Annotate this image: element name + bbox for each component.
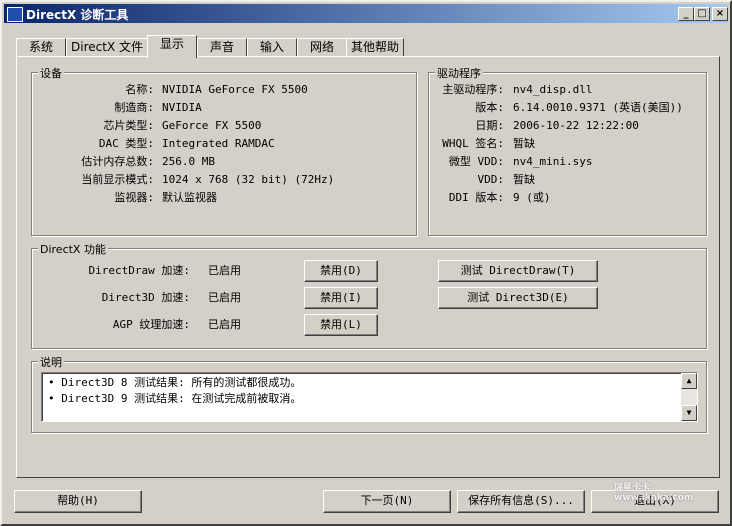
driver-value: nv4_disp.dll — [513, 83, 593, 96]
driver-value: 暂缺 — [513, 137, 535, 150]
display-tab-panel: 设备 名称: NVIDIA GeForce FX 5500 制造商: NVIDI… — [16, 56, 720, 478]
device-value: 256.0 MB — [162, 155, 215, 168]
save-all-info-button[interactable]: 保存所有信息(S)... — [457, 490, 585, 513]
feature-status: 已启用 — [208, 264, 241, 277]
device-value: NVIDIA — [162, 101, 202, 114]
title-bar[interactable]: DirectX 诊断工具 _ □ × — [4, 4, 728, 23]
device-group: 设备 名称: NVIDIA GeForce FX 5500 制造商: NVIDI… — [31, 65, 417, 236]
directx-features-group: DirectX 功能 DirectDraw 加速: 已启用 禁用(D) 测试 D… — [31, 241, 707, 349]
driver-label: WHQL 签名: — [442, 137, 504, 150]
tab-display[interactable]: 显示 — [147, 35, 197, 58]
notes-legend: 说明 — [38, 354, 64, 370]
scroll-up-arrow-icon[interactable]: ▲ — [681, 373, 697, 389]
notes-textbox[interactable]: • Direct3D 8 测试结果: 所有的测试都很成功。 • Direct3D… — [41, 372, 698, 422]
next-page-button[interactable]: 下一页(N) — [323, 490, 451, 513]
driver-legend: 驱动程序 — [435, 65, 483, 81]
device-label: 芯片类型: — [103, 119, 154, 132]
driver-value: nv4_mini.sys — [513, 155, 593, 168]
device-value: 1024 x 768 (32 bit) (72Hz) — [162, 173, 335, 186]
driver-label: 主驱动程序: — [442, 83, 504, 96]
close-button[interactable]: × — [712, 7, 728, 21]
note-line: • Direct3D 8 测试结果: 所有的测试都很成功。 — [48, 376, 302, 389]
device-value: Integrated RAMDAC — [162, 137, 275, 150]
driver-value: 暂缺 — [513, 173, 535, 186]
feature-status: 已启用 — [208, 318, 241, 331]
note-line: • Direct3D 9 测试结果: 在测试完成前被取消。 — [48, 392, 302, 405]
device-label: 估计内存总数: — [81, 155, 154, 168]
tab-sound[interactable]: 声音 — [197, 38, 247, 57]
device-legend: 设备 — [38, 65, 64, 81]
driver-value: 9 (或) — [513, 191, 551, 204]
tab-network[interactable]: 网络 — [297, 38, 347, 57]
tab-input[interactable]: 输入 — [247, 38, 297, 57]
device-label: DAC 类型: — [98, 137, 154, 150]
test-direct3d-button[interactable]: 测试 Direct3D(E) — [438, 287, 598, 309]
disable-directdraw-button[interactable]: 禁用(D) — [304, 260, 378, 282]
driver-value: 2006-10-22 12:22:00 — [513, 119, 639, 132]
device-value: NVIDIA GeForce FX 5500 — [162, 83, 308, 96]
driver-label: 版本: — [475, 101, 504, 114]
notes-group: 说明 • Direct3D 8 测试结果: 所有的测试都很成功。 • Direc… — [31, 354, 707, 433]
driver-label: 微型 VDD: — [448, 155, 504, 168]
driver-value: 6.14.0010.9371 (英语(美国)) — [513, 101, 683, 114]
device-label: 当前显示模式: — [81, 173, 154, 186]
driver-group: 驱动程序 主驱动程序: nv4_disp.dll 版本: 6.14.0010.9… — [428, 65, 707, 236]
feature-label: AGP 纹理加速: — [112, 318, 190, 331]
device-label: 监视器: — [114, 191, 154, 204]
minimize-button[interactable]: _ — [678, 7, 694, 21]
tab-directx-files[interactable]: DirectX 文件 — [66, 38, 148, 57]
features-legend: DirectX 功能 — [38, 241, 108, 257]
scroll-down-arrow-icon[interactable]: ▼ — [681, 405, 697, 421]
notes-scrollbar[interactable]: ▲ ▼ — [681, 373, 697, 421]
driver-label: 日期: — [475, 119, 504, 132]
watermark-logo: 瑞星卡卡 www.ikaka.com — [614, 483, 694, 503]
driver-label: DDI 版本: — [448, 191, 504, 204]
tab-more-help[interactable]: 其他帮助 — [346, 38, 404, 57]
dxdiag-window: DirectX 诊断工具 _ □ × 系统 DirectX 文件 显示 声音 输… — [0, 0, 732, 526]
feature-label: DirectDraw 加速: — [88, 264, 190, 277]
maximize-button[interactable]: □ — [694, 7, 710, 21]
feature-status: 已启用 — [208, 291, 241, 304]
app-icon — [7, 7, 23, 22]
disable-agp-button[interactable]: 禁用(L) — [304, 314, 378, 336]
window-title: DirectX 诊断工具 — [26, 8, 129, 22]
device-value: GeForce FX 5500 — [162, 119, 262, 132]
device-value: 默认监视器 — [162, 191, 217, 204]
test-directdraw-button[interactable]: 测试 DirectDraw(T) — [438, 260, 598, 282]
tab-system[interactable]: 系统 — [16, 38, 66, 57]
device-label: 名称: — [125, 83, 154, 96]
driver-label: VDD: — [477, 173, 505, 186]
help-button[interactable]: 帮助(H) — [14, 490, 142, 513]
disable-direct3d-button[interactable]: 禁用(I) — [304, 287, 378, 309]
feature-label: Direct3D 加速: — [101, 291, 190, 304]
device-label: 制造商: — [114, 101, 154, 114]
